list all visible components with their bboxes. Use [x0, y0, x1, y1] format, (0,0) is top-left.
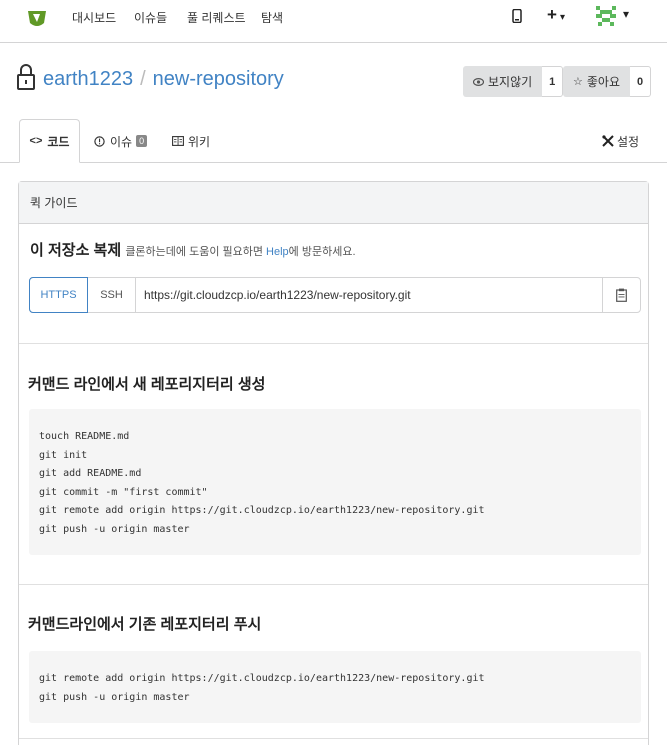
repo-name-link[interactable]: new-repository: [153, 68, 284, 90]
quick-guide-panel: 퀵 가이드 이 저장소 복제 클론하는데에 도움이 필요하면 Help에 방문하…: [18, 181, 649, 745]
unwatch-button[interactable]: 보지않기: [463, 66, 543, 97]
clipboard-icon: [616, 288, 627, 302]
clone-section-title: 이 저장소 복제 클론하는데에 도움이 필요하면 Help에 방문하세요.: [30, 239, 356, 260]
tab-issues-label: 이슈: [110, 134, 133, 149]
code-line: git remote add origin https://git.cloudz…: [39, 505, 485, 517]
avatar-chevron-down-icon[interactable]: ▾: [623, 7, 629, 21]
code-line: touch README.md: [39, 431, 130, 442]
watch-button-group: 보지않기 1: [463, 66, 564, 97]
tab-issues[interactable]: 이슈 0: [94, 119, 148, 163]
divider: [19, 343, 648, 344]
tab-settings-label: 설정: [617, 134, 640, 149]
quick-guide-header: 퀵 가이드: [19, 182, 648, 224]
code-line: git commit -m "first commit": [39, 486, 208, 498]
chevron-down-icon: ▾: [559, 12, 565, 23]
divider: [19, 584, 648, 585]
nav-explore[interactable]: 탐색: [261, 9, 283, 26]
code-line: git push -u origin master: [39, 691, 190, 703]
tab-settings[interactable]: 설정: [602, 119, 639, 163]
watch-count[interactable]: 1: [542, 66, 564, 97]
push-repo-code-block: git remote add origin https://git.cloudz…: [29, 651, 641, 723]
lock-icon: [17, 64, 35, 93]
tab-wiki[interactable]: 위키: [172, 119, 210, 163]
clone-help-text: 클론하는데에 도움이 필요하면 Help에 방문하세요.: [125, 246, 355, 258]
clone-title: 이 저장소 복제: [30, 242, 122, 259]
nav-pull-requests[interactable]: 풀 리퀘스트: [187, 9, 246, 26]
book-icon: [172, 136, 184, 146]
code-icon: <>: [29, 135, 43, 147]
star-button-group: ☆ 좋아요 0: [563, 66, 652, 97]
nav-issues[interactable]: 이슈들: [134, 9, 167, 26]
star-icon: ☆: [573, 76, 583, 88]
repo-owner-link[interactable]: earth1223: [43, 68, 133, 90]
code-line: git init: [39, 449, 88, 461]
tab-wiki-label: 위키: [188, 134, 211, 149]
clone-url-input[interactable]: https://git.cloudzcp.io/earth1223/new-re…: [136, 278, 602, 312]
clone-url-box: HTTPS SSH https://git.cloudzcp.io/earth1…: [29, 277, 641, 313]
issue-icon: [94, 135, 105, 147]
plus-icon: +: [547, 5, 557, 24]
help-link[interactable]: Help: [266, 246, 289, 258]
unwatch-label: 보지않기: [488, 75, 533, 89]
push-repo-section-title: 커맨드라인에서 기존 레포지터리 푸시: [28, 616, 262, 633]
tools-icon: [602, 135, 614, 147]
top-navbar: 대시보드 이슈들 풀 리퀘스트 탐색 + ▾ ▾: [0, 0, 667, 43]
new-repo-section-title: 커맨드 라인에서 새 레포리지터리 생성: [28, 376, 266, 393]
ssh-button[interactable]: SSH: [88, 278, 136, 312]
code-line: git push -u origin master: [39, 523, 190, 535]
divider: [19, 738, 648, 739]
clone-help-before: 클론하는데에 도움이 필요하면: [125, 246, 267, 258]
code-line: git add README.md: [39, 468, 142, 480]
repo-title: earth1223 / new-repository: [43, 68, 284, 91]
star-button[interactable]: ☆ 좋아요: [563, 66, 630, 97]
star-label: 좋아요: [586, 75, 620, 89]
star-count[interactable]: 0: [630, 66, 652, 97]
gitea-tea-icon[interactable]: [24, 5, 50, 31]
copy-button[interactable]: [602, 278, 640, 312]
eye-icon: [473, 77, 484, 86]
code-line: git remote add origin https://git.cloudz…: [39, 673, 485, 684]
tab-code-label: 코드: [47, 134, 70, 149]
create-new-button[interactable]: + ▾: [547, 5, 565, 25]
repo-header: earth1223/new-repository 보지않기 1 ☆ 좋아요 0 …: [0, 43, 667, 163]
avatar[interactable]: [594, 4, 618, 28]
issue-count-badge: 0: [136, 135, 148, 147]
tab-code[interactable]: <> 코드: [19, 119, 80, 163]
https-button[interactable]: HTTPS: [29, 277, 88, 313]
clone-help-after: 에 방문하세요.: [288, 246, 356, 258]
new-repo-code-block: touch README.md git init git add README.…: [29, 409, 641, 555]
repo-separator: /: [140, 68, 146, 90]
mobile-icon[interactable]: [512, 8, 522, 26]
nav-dashboard[interactable]: 대시보드: [72, 9, 116, 26]
